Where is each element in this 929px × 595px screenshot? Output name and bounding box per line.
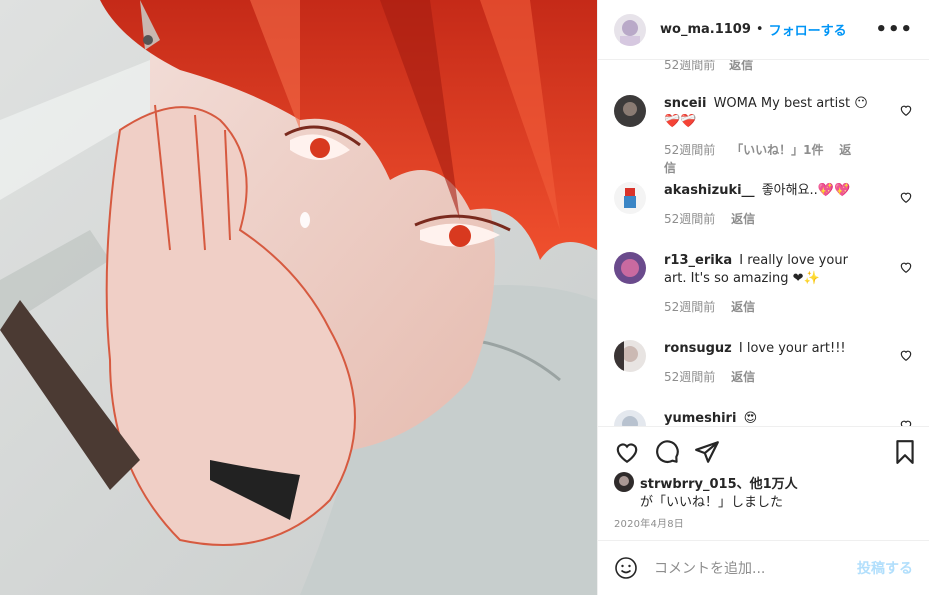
comment-time: 52週間前 bbox=[664, 60, 716, 72]
heart-icon[interactable] bbox=[899, 418, 913, 426]
commenter-username[interactable]: snceii bbox=[664, 96, 706, 111]
post-image[interactable] bbox=[0, 0, 597, 595]
heart-icon[interactable] bbox=[614, 439, 640, 465]
heart-icon[interactable] bbox=[899, 348, 913, 362]
reply-button[interactable]: 返信 bbox=[731, 370, 755, 384]
commenter-avatar[interactable] bbox=[614, 95, 646, 127]
commenter-avatar[interactable] bbox=[614, 410, 646, 426]
comment-text: 좋아해요..💖💖 bbox=[761, 183, 851, 198]
comment-text: I love your art!!! bbox=[738, 341, 846, 356]
comment-time: 52週間前 bbox=[664, 370, 716, 384]
author-username[interactable]: wo_ma.1109 bbox=[660, 22, 751, 37]
post-date: 2020年4月8日 bbox=[614, 519, 684, 530]
more-icon[interactable]: ••• bbox=[875, 19, 913, 40]
heart-icon[interactable] bbox=[899, 260, 913, 274]
comment-text: 😍 bbox=[743, 411, 758, 426]
comment-body: ronsuguz I love your art!!! 52週間前 返信 bbox=[664, 340, 873, 386]
comment-meta: 52週間前 返信 bbox=[664, 298, 873, 316]
commenter-username[interactable]: ronsuguz bbox=[664, 341, 732, 356]
likes-line[interactable]: strwbrry_015、他1万人 bbox=[640, 473, 798, 492]
commenter-username[interactable]: akashizuki__ bbox=[664, 183, 755, 198]
reply-button[interactable]: 返信 bbox=[731, 212, 755, 226]
post-sidebar: wo_ma.1109 • フォローする ••• 52週間前 返信 snceii … bbox=[597, 0, 929, 595]
comment-body: snceii WOMA My best artist 😶 ❤️‍🩹❤️‍🩹 52… bbox=[664, 95, 873, 177]
comment-body: r13_erika I really love your art. It's s… bbox=[664, 252, 873, 316]
liker-username[interactable]: strwbrry_015 bbox=[640, 477, 737, 492]
author-avatar[interactable] bbox=[614, 13, 646, 46]
post-header: wo_ma.1109 • フォローする ••• bbox=[598, 0, 929, 60]
comment-input[interactable]: コメントを追加... bbox=[654, 558, 857, 578]
comment-body: yumeshiri 😍 bbox=[664, 410, 873, 426]
heart-icon[interactable] bbox=[899, 190, 913, 204]
reply-button[interactable]: 返信 bbox=[729, 60, 753, 72]
follow-button[interactable]: フォローする bbox=[769, 20, 847, 39]
share-icon[interactable] bbox=[694, 439, 720, 465]
commenter-avatar[interactable] bbox=[614, 252, 646, 284]
separator-dot: • bbox=[755, 22, 764, 37]
comment-icon[interactable] bbox=[654, 439, 680, 465]
post-actions bbox=[598, 426, 929, 474]
comment-meta: 52週間前 返信 bbox=[664, 368, 873, 386]
post-comment-button[interactable]: 投稿する bbox=[857, 558, 913, 578]
comment-time: 52週間前 bbox=[664, 143, 716, 157]
emoji-icon[interactable] bbox=[614, 556, 638, 580]
commenter-avatar[interactable] bbox=[614, 182, 646, 214]
heart-icon[interactable] bbox=[899, 103, 913, 117]
post-artwork bbox=[0, 0, 597, 595]
commenter-avatar[interactable] bbox=[614, 340, 646, 372]
likes-count[interactable]: 、他1万人 bbox=[737, 477, 798, 492]
liker-avatar[interactable] bbox=[614, 472, 634, 492]
comment-likes[interactable]: 「いいね！」1件 bbox=[731, 143, 823, 157]
comment-time: 52週間前 bbox=[664, 300, 716, 314]
commenter-username[interactable]: yumeshiri bbox=[664, 411, 736, 426]
likes-suffix: が「いいね！」しました bbox=[640, 495, 784, 510]
commenter-username[interactable]: r13_erika bbox=[664, 253, 732, 268]
comments-list[interactable]: 52週間前 返信 snceii WOMA My best artist 😶 ❤️… bbox=[598, 60, 929, 426]
bookmark-icon[interactable] bbox=[892, 439, 918, 465]
partial-comment-meta: 52週間前 返信 bbox=[664, 60, 753, 73]
comment-meta: 52週間前 「いいね！」1件 返信 bbox=[664, 141, 873, 177]
comment-body: akashizuki__ 좋아해요..💖💖 52週間前 返信 bbox=[664, 182, 873, 228]
comment-meta: 52週間前 返信 bbox=[664, 210, 873, 228]
comment-time: 52週間前 bbox=[664, 212, 716, 226]
reply-button[interactable]: 返信 bbox=[731, 300, 755, 314]
add-comment-bar: コメントを追加... 投稿する bbox=[598, 540, 929, 595]
